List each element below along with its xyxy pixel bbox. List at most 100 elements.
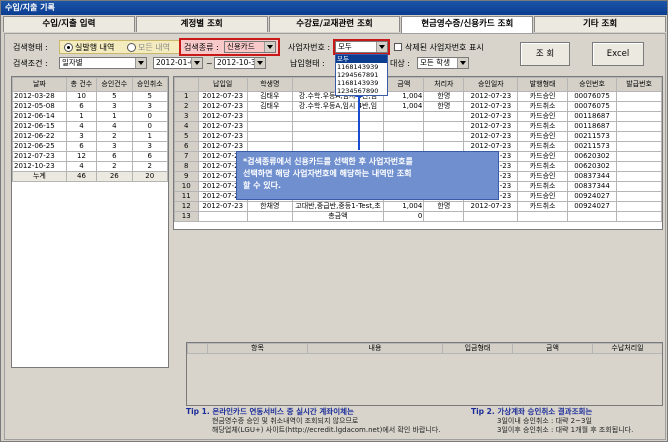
detail-row[interactable]: 3 2012-07-23 2012-07-23 카드승인 00118687 xyxy=(174,111,662,122)
detail-row[interactable]: 1 2012-07-23 김태우 강.수학.우등A,임시 4반,임 1,004 한명 201… xyxy=(174,91,662,102)
detail-header[interactable] xyxy=(174,77,199,92)
summary-cell: 1 xyxy=(96,111,133,122)
target-value: 모든 학생 xyxy=(420,58,450,67)
tooltip-callout: *검색종류에서 신용카드를 선택한 후 사업자번호를 선택하면 해당 사업자번호… xyxy=(236,151,499,200)
detail-cell xyxy=(616,171,662,182)
summary-cell: 2 xyxy=(96,161,133,172)
bottom-header[interactable]: 내용 xyxy=(307,343,443,354)
date-from-input[interactable]: 2012-01-01 xyxy=(153,57,203,69)
biz-option[interactable]: 1294567891 xyxy=(336,71,387,79)
detail-header[interactable]: 학생명 xyxy=(246,77,293,92)
detail-cell: 카드취소 xyxy=(517,201,568,212)
detail-cell: 00118687 xyxy=(566,111,618,122)
summary-cell: 2012-06-14 xyxy=(12,111,67,122)
detail-header[interactable]: 금액 xyxy=(383,77,425,92)
detail-header[interactable]: 승인일자 xyxy=(463,77,519,92)
summary-cell: 6 xyxy=(131,151,168,162)
summary-cell: 5 xyxy=(96,91,133,102)
summary-cell: 3 xyxy=(65,131,98,142)
summary-row[interactable]: 2012-05-08 6 3 3 xyxy=(12,101,168,112)
tab-income-expense-input[interactable]: 수입/지출 입력 xyxy=(3,16,135,32)
condition-select[interactable]: 일자별 xyxy=(59,57,147,69)
summary-cell: 12 xyxy=(65,151,98,162)
tip2-line: 3일이후 승인취소 : 대략 1개월 후 조회됩니다. xyxy=(497,426,634,434)
summary-header[interactable]: 날짜 xyxy=(12,77,67,92)
biz-option-all[interactable]: 모두 xyxy=(336,55,387,63)
detail-cell xyxy=(246,121,293,132)
target-select[interactable]: 모든 학생 xyxy=(417,57,469,69)
row-number: 9 xyxy=(174,171,199,182)
summary-row[interactable]: 2012-06-14 1 1 0 xyxy=(12,111,168,122)
date-separator: ~ xyxy=(206,59,213,68)
tab-receipt-card-lookup[interactable]: 현금영수증/신용카드 조회 xyxy=(401,16,534,33)
summary-row[interactable]: 2012-06-25 6 3 3 xyxy=(12,141,168,152)
bottom-header[interactable]: 입금형태 xyxy=(442,343,513,354)
summary-header[interactable]: 승인취소 xyxy=(131,77,168,92)
summary-cell: 4 xyxy=(65,121,98,132)
bottom-header[interactable]: 항목 xyxy=(207,343,308,354)
detail-row[interactable]: 2 2012-07-23 김태우 강.수학.우등A,임시 4반,임 1,004 한명 201… xyxy=(174,101,662,112)
app-window: 수입/지출 기록 수입/지출 입력 계정별 조회 수강료/교재관련 조회 현금영… xyxy=(0,0,668,442)
summary-cell: 6 xyxy=(65,141,98,152)
bottom-header[interactable]: 수납처리일 xyxy=(592,343,662,354)
detail-header[interactable]: 발급번호 xyxy=(616,77,662,92)
biz-number-value: 모두 xyxy=(338,42,352,51)
detail-header[interactable]: 발행형태 xyxy=(517,77,568,92)
detail-header[interactable]: 납입일 xyxy=(197,77,248,92)
search-button[interactable]: 조 회 xyxy=(520,42,570,66)
summary-row[interactable]: 2012-07-23 12 6 6 xyxy=(12,151,168,162)
detail-cell: 00076075 xyxy=(566,91,618,102)
deleted-biz-checkbox[interactable] xyxy=(394,43,402,51)
excel-button[interactable]: Excel xyxy=(592,42,644,66)
tab-other-lookup[interactable]: 기타 조회 xyxy=(534,16,666,32)
row-number: 1 xyxy=(174,91,199,102)
detail-cell: 한명 xyxy=(423,91,465,102)
biz-number-select[interactable]: 모두 xyxy=(333,39,390,55)
summary-header[interactable]: 총 건수 xyxy=(65,77,98,92)
detail-row[interactable]: 13 총금액 0 xyxy=(174,211,662,222)
tab-account-lookup[interactable]: 계정별 조회 xyxy=(135,16,268,32)
detail-row[interactable]: 5 2012-07-23 2012-07-23 카드승인 00211573 xyxy=(174,131,662,142)
search-kind-select[interactable]: 신용카드 xyxy=(224,41,276,53)
detail-cell xyxy=(616,141,662,152)
detail-cell: 2012-07-23 xyxy=(197,91,248,102)
biz-option[interactable]: 1168143939 xyxy=(336,63,387,71)
detail-cell xyxy=(616,121,662,132)
condition-label: 검색조건 : xyxy=(13,59,48,68)
search-kind-value: 신용카드 xyxy=(227,42,255,51)
summary-row[interactable]: 2012-06-22 3 2 1 xyxy=(12,131,168,142)
bottom-header-blank xyxy=(187,343,208,354)
detail-cell: 2012-07-23 xyxy=(463,91,519,102)
detail-cell xyxy=(383,111,425,122)
detail-cell xyxy=(423,121,465,132)
detail-row[interactable]: 4 2012-07-23 2012-07-23 카드취소 00118687 xyxy=(174,121,662,132)
summary-grid[interactable]: 날짜 총 건수 승인건수 승인취소 2012-03-28 10 5 5 2012-05-… xyxy=(11,76,169,368)
bottom-grid[interactable]: 항목 내용 입금형태 금액 수납처리일 xyxy=(186,342,663,406)
detail-cell: 00211573 xyxy=(566,131,618,142)
biz-option[interactable]: 1234567890 xyxy=(336,87,387,95)
detail-row[interactable]: 12 2012-07-23 한채영 고대반,중급반,중등1-Test,초 1,004 한명… xyxy=(174,201,662,212)
condition-value: 일자별 xyxy=(62,58,83,67)
summary-row[interactable]: 2012-03-28 10 5 5 xyxy=(12,91,168,102)
detail-header[interactable]: 승인번호 xyxy=(566,77,618,92)
radio-actual[interactable] xyxy=(64,43,73,52)
date-to-input[interactable]: 2012-10-31 xyxy=(214,57,266,69)
bottom-header[interactable]: 금액 xyxy=(512,343,593,354)
biz-number-label: 사업자번호 : xyxy=(288,43,331,52)
callout-line: 선택하면 해당 사업자번호에 해당하는 내역만 조회 xyxy=(243,169,412,178)
radio-all[interactable] xyxy=(127,43,136,52)
detail-header[interactable]: 처리자 xyxy=(423,77,465,92)
search-type-label: 검색형태 : xyxy=(13,43,48,52)
summary-header[interactable]: 승인건수 xyxy=(96,77,133,92)
row-number: 5 xyxy=(174,131,199,142)
summary-row[interactable]: 2012-06-15 4 4 0 xyxy=(12,121,168,132)
detail-cell: 0 xyxy=(383,211,425,222)
window-title: 수입/지출 기록 xyxy=(1,1,667,15)
summary-row[interactable]: 2012-10-23 4 2 2 xyxy=(12,161,168,172)
biz-option[interactable]: 1168143939 xyxy=(336,79,387,87)
tab-tuition-lookup[interactable]: 수강료/교재관련 조회 xyxy=(268,16,401,32)
summary-cell: 2012-06-22 xyxy=(12,131,67,142)
summary-body: 2012-03-28 10 5 5 2012-05-08 6 3 3 2012-06-14 1 1 0… xyxy=(12,91,168,182)
chevron-down-icon xyxy=(257,61,263,65)
detail-row[interactable]: 6 2012-07-23 2012-07-23 카드취소 00211573 xyxy=(174,141,662,152)
